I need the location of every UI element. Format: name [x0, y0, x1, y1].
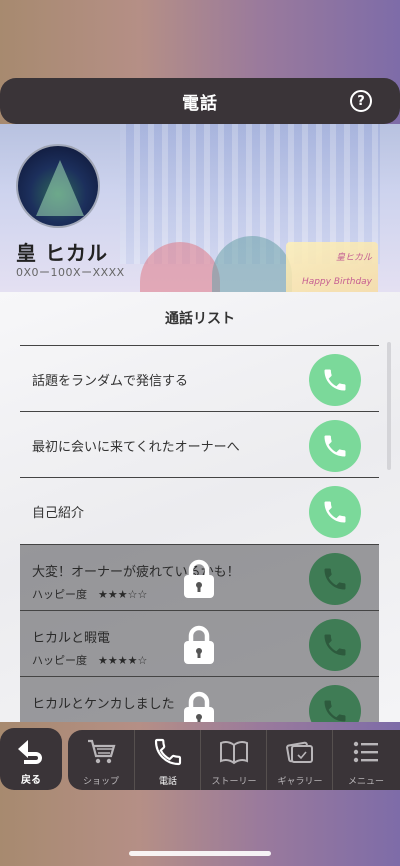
birthday-card-image: 皇ヒカル Happy Birthday — [286, 242, 378, 292]
phone-icon — [324, 568, 346, 590]
happy-level: ハッピー度 ★★★★☆ — [32, 654, 148, 667]
birthday-card-text: Happy Birthday — [301, 277, 372, 287]
tab-label: ショップ — [82, 777, 119, 787]
phone-icon — [324, 435, 346, 457]
call-item-label: 自己紹介 — [32, 506, 85, 521]
tab-label: ストーリー — [211, 777, 257, 787]
call-list-item[interactable]: 自己紹介 — [20, 477, 379, 543]
photos-icon — [286, 741, 313, 763]
tab-label: ギャラリー — [277, 777, 323, 787]
phone-icon — [324, 501, 346, 523]
call-list-item-locked[interactable]: 大変！オーナーが疲れているかも！ ハッピー度 ★★★☆☆ — [20, 544, 379, 610]
call-button[interactable] — [309, 619, 361, 671]
phone-screen: 電話 ? 皇ヒカル Happy Birthday 皇 ヒカル 0X0ー100Xー… — [0, 0, 400, 866]
tab-bar: ショップ 電話 ストーリー ギャラリー メニュー — [68, 730, 400, 790]
call-list-item-locked[interactable]: ヒカルとケンカしました — [20, 676, 379, 722]
phone-icon — [324, 700, 346, 722]
profile-name: 皇 ヒカル — [16, 241, 108, 265]
lock-icon — [184, 625, 214, 664]
lock-icon — [184, 559, 214, 598]
phone-icon — [324, 634, 346, 656]
phone-icon — [324, 369, 346, 391]
home-indicator[interactable] — [129, 851, 271, 856]
call-button[interactable] — [309, 354, 361, 406]
tab-phone[interactable]: 電話 — [134, 730, 200, 790]
menu-icon — [353, 741, 378, 763]
tab-menu[interactable]: メニュー — [332, 730, 398, 790]
call-button[interactable] — [309, 486, 361, 538]
call-item-label: 最初に会いに来てくれたオーナーへ — [32, 440, 240, 455]
champagne-tower-image — [36, 160, 84, 216]
header-bar: 電話 ? — [0, 78, 400, 124]
call-item-label: ヒカルとケンカしました — [32, 697, 175, 712]
avatar — [16, 144, 100, 228]
call-list-item[interactable]: 最初に会いに来てくれたオーナーへ — [20, 411, 379, 477]
page-title: 電話 — [182, 93, 218, 114]
call-list-title: 通話リスト — [165, 311, 235, 327]
back-arrow-icon — [18, 740, 42, 764]
profile-phone-number: 0X0ー100XーXXXX — [16, 266, 125, 279]
back-button[interactable]: 戻る — [0, 728, 62, 790]
call-button[interactable] — [309, 685, 361, 722]
lock-icon — [184, 691, 214, 722]
happy-level: ハッピー度 ★★★☆☆ — [32, 588, 148, 601]
tab-label: 電話 — [158, 777, 177, 787]
call-item-label: 話題をランダムで発信する — [32, 374, 189, 389]
bottom-nav: 戻る ショップ 電話 ストーリー ギャラリー メニュー — [0, 728, 400, 790]
tab-gallery[interactable]: ギャラリー — [266, 730, 332, 790]
help-button[interactable]: ? — [350, 90, 372, 112]
book-icon — [220, 740, 248, 765]
tab-label: メニュー — [347, 777, 384, 787]
call-list-item-locked[interactable]: ヒカルと暇電 ハッピー度 ★★★★☆ — [20, 610, 379, 676]
help-icon: ? — [357, 93, 365, 109]
call-list-item[interactable]: 話題をランダムで発信する — [20, 345, 379, 411]
phone-icon — [154, 738, 182, 766]
birthday-card-name: 皇ヒカル — [335, 253, 372, 263]
scrollbar[interactable] — [387, 342, 391, 470]
call-list-panel[interactable]: 通話リスト 話題をランダムで発信する 最初に会いに来てくれたオーナーへ 自己紹介… — [0, 292, 400, 722]
back-label: 戻る — [21, 775, 41, 786]
call-item-label: ヒカルと暇電 — [32, 631, 111, 646]
cart-icon — [88, 739, 116, 764]
call-button[interactable] — [309, 553, 361, 605]
call-button[interactable] — [309, 420, 361, 472]
tab-shop[interactable]: ショップ — [68, 730, 134, 790]
tab-story[interactable]: ストーリー — [200, 730, 266, 790]
profile-banner: 皇ヒカル Happy Birthday 皇 ヒカル 0X0ー100XーXXXX — [0, 124, 400, 292]
